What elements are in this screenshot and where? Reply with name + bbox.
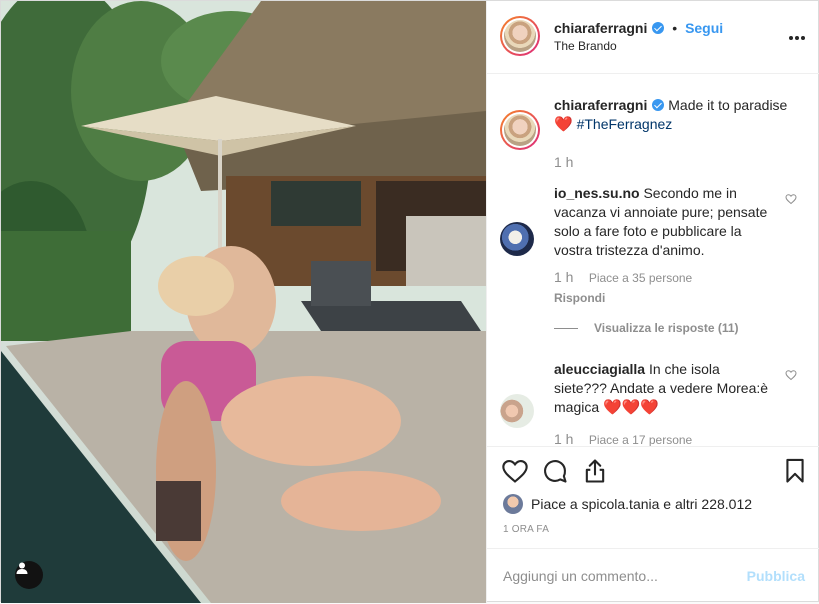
more-options-icon[interactable] xyxy=(787,27,805,45)
verified-badge-icon xyxy=(652,22,665,34)
comment-username[interactable]: io_nes.su.no xyxy=(554,185,640,201)
author-avatar[interactable] xyxy=(500,16,540,56)
publish-button[interactable]: Pubblica xyxy=(747,568,805,584)
likes-text[interactable]: Piace a spicola.tania e altri 228.012 xyxy=(531,496,752,512)
caption-body: Made it to paradise xyxy=(668,97,788,113)
comment-avatar[interactable] xyxy=(500,222,534,256)
post-photo[interactable] xyxy=(1,1,486,603)
comment-input[interactable]: Aggiungi un commento... xyxy=(503,568,658,584)
post-photo-illustration xyxy=(1,1,486,603)
heart-emoji: ❤️ xyxy=(554,116,573,133)
view-replies-label: Visualizza le risposte (11) xyxy=(594,321,739,335)
comment-meta: 1 h Piace a 17 persone xyxy=(554,431,692,446)
heart-icon[interactable] xyxy=(501,457,529,485)
caption-username[interactable]: chiaraferragni xyxy=(554,97,647,113)
comment-username[interactable]: aleucciagialla xyxy=(554,361,645,377)
reply-button[interactable]: Rispondi xyxy=(554,291,605,305)
comments-list[interactable]: chiaraferragni Made it to paradise ❤️ #T… xyxy=(487,74,819,446)
post-side-panel: chiaraferragni • Segui The Brando chiara… xyxy=(486,1,819,603)
post-timestamp[interactable]: 1 ORA FA xyxy=(503,524,549,535)
location-link[interactable]: The Brando xyxy=(554,39,617,53)
caption-text: chiaraferragni Made it to paradise ❤️ #T… xyxy=(554,96,804,134)
verified-badge-icon xyxy=(652,99,665,111)
comment-text: aleucciagialla In che isola siete??? And… xyxy=(554,360,776,417)
action-bar xyxy=(487,446,819,497)
bookmark-icon[interactable] xyxy=(781,457,809,485)
comment-time: 1 h xyxy=(554,431,574,446)
user-tag-icon[interactable] xyxy=(15,561,43,589)
replies-divider xyxy=(554,328,578,330)
caption-avatar[interactable] xyxy=(500,110,540,150)
liker-avatar[interactable] xyxy=(503,494,523,514)
heart-emojis: ❤️❤️❤️ xyxy=(603,399,660,416)
caption-time: 1 h xyxy=(554,154,574,170)
comment-text: io_nes.su.no Secondo me in vacanza vi an… xyxy=(554,184,776,260)
share-icon[interactable] xyxy=(581,457,609,485)
comment-likes[interactable]: Piace a 17 persone xyxy=(589,433,692,446)
follow-button[interactable]: Segui xyxy=(685,20,723,36)
add-comment-bar: Aggiungi un commento... Pubblica xyxy=(487,548,819,604)
author-username[interactable]: chiaraferragni xyxy=(554,20,647,36)
comment-heart-icon[interactable] xyxy=(785,368,797,386)
comment-heart-icon[interactable] xyxy=(785,192,797,210)
hashtag-link[interactable]: #TheFerragnez xyxy=(577,116,673,132)
separator-dot: • xyxy=(672,20,678,36)
post-modal: chiaraferragni • Segui The Brando chiara… xyxy=(0,0,819,603)
view-replies-button[interactable]: Visualizza le risposte (11) xyxy=(554,321,739,335)
comment-avatar[interactable] xyxy=(500,394,534,428)
post-header: chiaraferragni • Segui The Brando xyxy=(487,1,819,74)
header-name-line: chiaraferragni • Segui xyxy=(554,20,723,36)
comment-time: 1 h xyxy=(554,269,574,285)
comment-icon[interactable] xyxy=(541,457,569,485)
comment-meta: 1 h Piace a 35 persone xyxy=(554,269,692,285)
comment-likes[interactable]: Piace a 35 persone xyxy=(589,271,692,285)
likes-summary[interactable]: Piace a spicola.tania e altri 228.012 xyxy=(503,494,813,516)
